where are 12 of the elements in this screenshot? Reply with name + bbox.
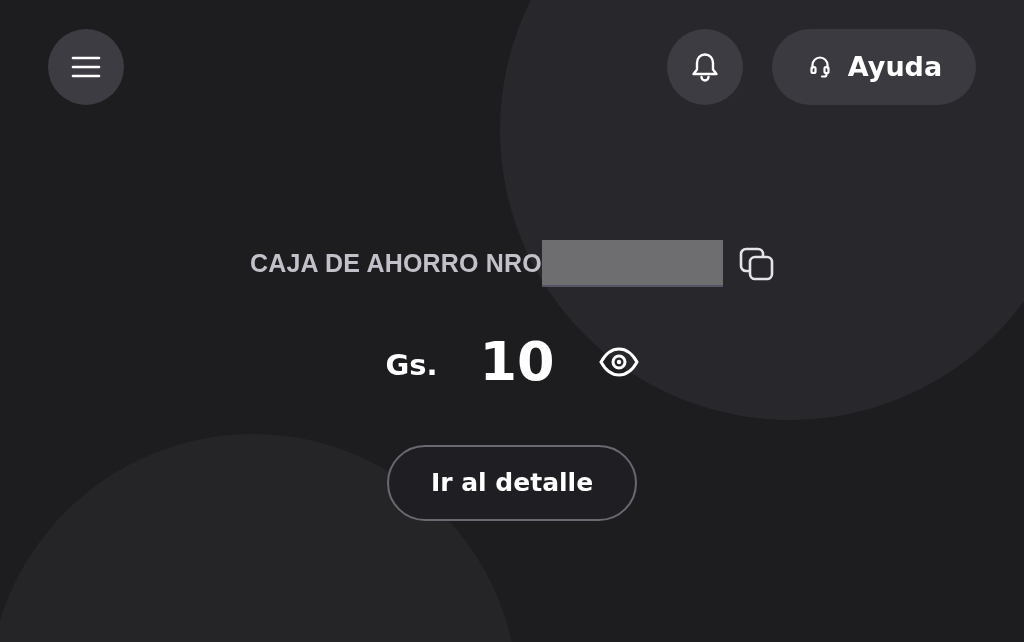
copy-icon <box>739 246 774 281</box>
help-button[interactable]: Ayuda <box>772 29 976 105</box>
menu-icon <box>71 56 101 78</box>
detail-button[interactable]: Ir al detalle <box>387 445 637 521</box>
currency-label: Gs. <box>385 347 438 385</box>
balance-amount: 10 <box>479 335 555 389</box>
copy-button[interactable] <box>739 246 774 281</box>
bell-icon <box>691 52 719 82</box>
headset-icon <box>809 56 830 78</box>
eye-icon <box>598 347 639 377</box>
account-label: CAJA DE AHORRO NRO <box>249 247 542 279</box>
show-balance-button[interactable] <box>598 347 639 377</box>
